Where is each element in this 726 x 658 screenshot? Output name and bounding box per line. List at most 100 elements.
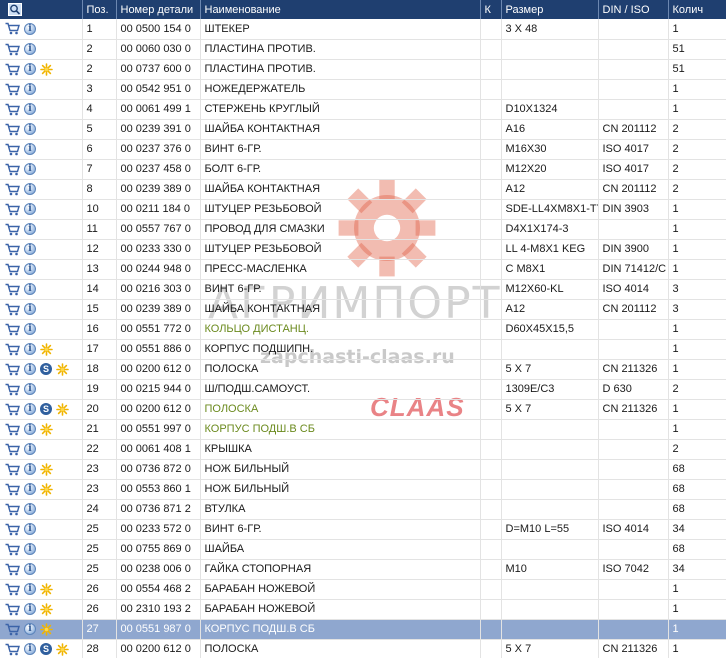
- table-row[interactable]: i 25 00 0238 006 0 ГАЙКА СТОПОРНАЯ M10 ISO 70…: [0, 559, 726, 580]
- cart-icon[interactable]: [5, 583, 20, 596]
- cart-icon[interactable]: [5, 403, 20, 416]
- cart-icon[interactable]: [5, 183, 20, 196]
- table-row[interactable]: i 23 00 0736 872 0 НОЖ БИЛЬНЫЙ 68: [0, 459, 726, 480]
- table-row[interactable]: i 17 00 0551 886 0 КОРПУС ПОДШИПН. 1: [0, 339, 726, 360]
- cart-icon[interactable]: [5, 383, 20, 396]
- column-header-din-iso[interactable]: DIN / ISO: [598, 0, 669, 19]
- table-row[interactable]: i 8 00 0239 389 0 ШАЙБА КОНТАКТНАЯ A12 CN 201…: [0, 179, 726, 200]
- info-icon[interactable]: i: [24, 163, 36, 175]
- table-row[interactable]: i 6 00 0237 376 0 ВИНТ 6-ГР. M16X30 ISO 4017 2: [0, 139, 726, 160]
- table-row[interactable]: i 11 00 0557 767 0 ПРОВОД ДЛЯ СМАЗКИ D4X1X17…: [0, 219, 726, 240]
- supersession-icon[interactable]: S: [40, 403, 52, 415]
- cart-icon[interactable]: [5, 643, 20, 656]
- cart-icon[interactable]: [5, 103, 20, 116]
- info-icon[interactable]: i: [24, 43, 36, 55]
- info-icon[interactable]: i: [24, 63, 36, 75]
- cart-icon[interactable]: [5, 503, 20, 516]
- info-icon[interactable]: i: [24, 243, 36, 255]
- table-row[interactable]: i S 28 00 0200 612 0 ПОЛОСКА 5 X 7 CN 211326 1: [0, 639, 726, 658]
- info-icon[interactable]: i: [24, 443, 36, 455]
- info-icon[interactable]: i: [24, 263, 36, 275]
- info-icon[interactable]: i: [24, 283, 36, 295]
- column-header-pos[interactable]: Поз.: [82, 0, 117, 19]
- info-icon[interactable]: i: [24, 203, 36, 215]
- search-icon[interactable]: [8, 3, 22, 16]
- cart-icon[interactable]: [5, 343, 20, 356]
- supersession-icon[interactable]: S: [40, 363, 52, 375]
- cart-icon[interactable]: [5, 243, 20, 256]
- info-icon[interactable]: i: [24, 583, 36, 595]
- table-row[interactable]: i 26 00 2310 193 2 БАРАБАН НОЖЕВОЙ 1: [0, 599, 726, 620]
- table-row[interactable]: i 27 00 0551 987 0 КОРПУС ПОДШ.В СБ 1: [0, 619, 726, 640]
- info-icon[interactable]: i: [24, 643, 36, 655]
- table-row[interactable]: i 2 00 0060 030 0 ПЛАСТИНА ПРОТИВ. 51: [0, 39, 726, 60]
- info-icon[interactable]: i: [24, 103, 36, 115]
- info-icon[interactable]: i: [24, 463, 36, 475]
- info-icon[interactable]: i: [24, 303, 36, 315]
- cart-icon[interactable]: [5, 363, 20, 376]
- info-icon[interactable]: i: [24, 383, 36, 395]
- cart-icon[interactable]: [5, 603, 20, 616]
- info-icon[interactable]: i: [24, 503, 36, 515]
- cart-icon[interactable]: [5, 443, 20, 456]
- info-icon[interactable]: i: [24, 323, 36, 335]
- info-icon[interactable]: i: [24, 123, 36, 135]
- table-row[interactable]: i 10 00 0211 184 0 ШТУЦЕР РЕЗЬБОВОЙ SDE-LL4X…: [0, 199, 726, 220]
- table-row[interactable]: i 21 00 0551 997 0 КОРПУС ПОДШ.В СБ 1: [0, 419, 726, 440]
- cart-icon[interactable]: [5, 303, 20, 316]
- cart-icon[interactable]: [5, 22, 20, 35]
- info-icon[interactable]: i: [24, 83, 36, 95]
- cart-icon[interactable]: [5, 283, 20, 296]
- info-icon[interactable]: i: [24, 22, 36, 35]
- table-row[interactable]: i 25 00 0233 572 0 ВИНТ 6-ГР. D=M10 L=55 ISO …: [0, 519, 726, 540]
- table-row[interactable]: i 15 00 0239 389 0 ШАЙБА КОНТАКТНАЯ A12 CN 20…: [0, 299, 726, 320]
- table-row[interactable]: i 13 00 0244 948 0 ПРЕСС-МАСЛЕНКА C M8X1 DIN …: [0, 259, 726, 280]
- cart-icon[interactable]: [5, 463, 20, 476]
- table-row[interactable]: i 25 00 0755 869 0 ШАЙБА 68: [0, 539, 726, 560]
- cart-icon[interactable]: [5, 563, 20, 576]
- cart-icon[interactable]: [5, 43, 20, 56]
- column-header-name[interactable]: Наименование: [200, 0, 481, 19]
- table-row[interactable]: i 24 00 0736 871 2 ВТУЛКА 68: [0, 499, 726, 520]
- cart-icon[interactable]: [5, 123, 20, 136]
- table-row[interactable]: i 23 00 0553 860 1 НОЖ БИЛЬНЫЙ 68: [0, 479, 726, 500]
- column-header-part-number[interactable]: Номер детали: [116, 0, 201, 19]
- info-icon[interactable]: i: [24, 343, 36, 355]
- table-row[interactable]: i 5 00 0239 391 0 ШАЙБА КОНТАКТНАЯ A16 CN 201…: [0, 119, 726, 140]
- table-row[interactable]: i S 18 00 0200 612 0 ПОЛОСКА 5 X 7 CN 211326 1: [0, 359, 726, 380]
- info-icon[interactable]: i: [24, 223, 36, 235]
- table-row[interactable]: i 14 00 0216 303 0 ВИНТ 6-ГР. M12X60-KL ISO 4…: [0, 279, 726, 300]
- cart-icon[interactable]: [5, 203, 20, 216]
- cart-icon[interactable]: [5, 163, 20, 176]
- column-header-size[interactable]: Размер: [501, 0, 599, 19]
- info-icon[interactable]: i: [24, 403, 36, 415]
- info-icon[interactable]: i: [24, 563, 36, 575]
- column-header-quantity[interactable]: Колич: [668, 0, 726, 19]
- info-icon[interactable]: i: [24, 483, 36, 495]
- cart-icon[interactable]: [5, 63, 20, 76]
- cart-icon[interactable]: [5, 323, 20, 336]
- table-row[interactable]: i 3 00 0542 951 0 НОЖЕДЕРЖАТЕЛЬ 1: [0, 79, 726, 100]
- table-row[interactable]: i 22 00 0061 408 1 КРЫШКА 2: [0, 439, 726, 460]
- cart-icon[interactable]: [5, 223, 20, 236]
- cart-icon[interactable]: [5, 423, 20, 436]
- table-row[interactable]: i 2 00 0737 600 0 ПЛАСТИНА ПРОТИВ. 51: [0, 59, 726, 80]
- cart-icon[interactable]: [5, 143, 20, 156]
- column-header-k[interactable]: К: [480, 0, 502, 19]
- cart-icon[interactable]: [5, 263, 20, 276]
- table-row[interactable]: i 1 00 0500 154 0 ШТЕКЕР 3 X 48 1: [0, 19, 726, 40]
- table-row[interactable]: i 16 00 0551 772 0 КОЛЬЦО ДИСТАНЦ. D60X45X15…: [0, 319, 726, 340]
- table-row[interactable]: i S 20 00 0200 612 0 ПОЛОСКА 5 X 7 CN 211326 1: [0, 399, 726, 420]
- info-icon[interactable]: i: [24, 423, 36, 435]
- info-icon[interactable]: i: [24, 523, 36, 535]
- column-header-icons[interactable]: [0, 0, 83, 19]
- table-row[interactable]: i 4 00 0061 499 1 СТЕРЖЕНЬ КРУГЛЫЙ D10X1324 1: [0, 99, 726, 120]
- info-icon[interactable]: i: [24, 603, 36, 615]
- table-row[interactable]: i 12 00 0233 330 0 ШТУЦЕР РЕЗЬБОВОЙ LL 4-M8X…: [0, 239, 726, 260]
- supersession-icon[interactable]: S: [40, 643, 52, 655]
- cart-icon[interactable]: [5, 543, 20, 556]
- info-icon[interactable]: i: [24, 363, 36, 375]
- table-row[interactable]: i 19 00 0215 944 0 Ш/ПОДШ.САМОУСТ. 1309E/C3 D…: [0, 379, 726, 400]
- info-icon[interactable]: i: [24, 623, 36, 635]
- cart-icon[interactable]: [5, 83, 20, 96]
